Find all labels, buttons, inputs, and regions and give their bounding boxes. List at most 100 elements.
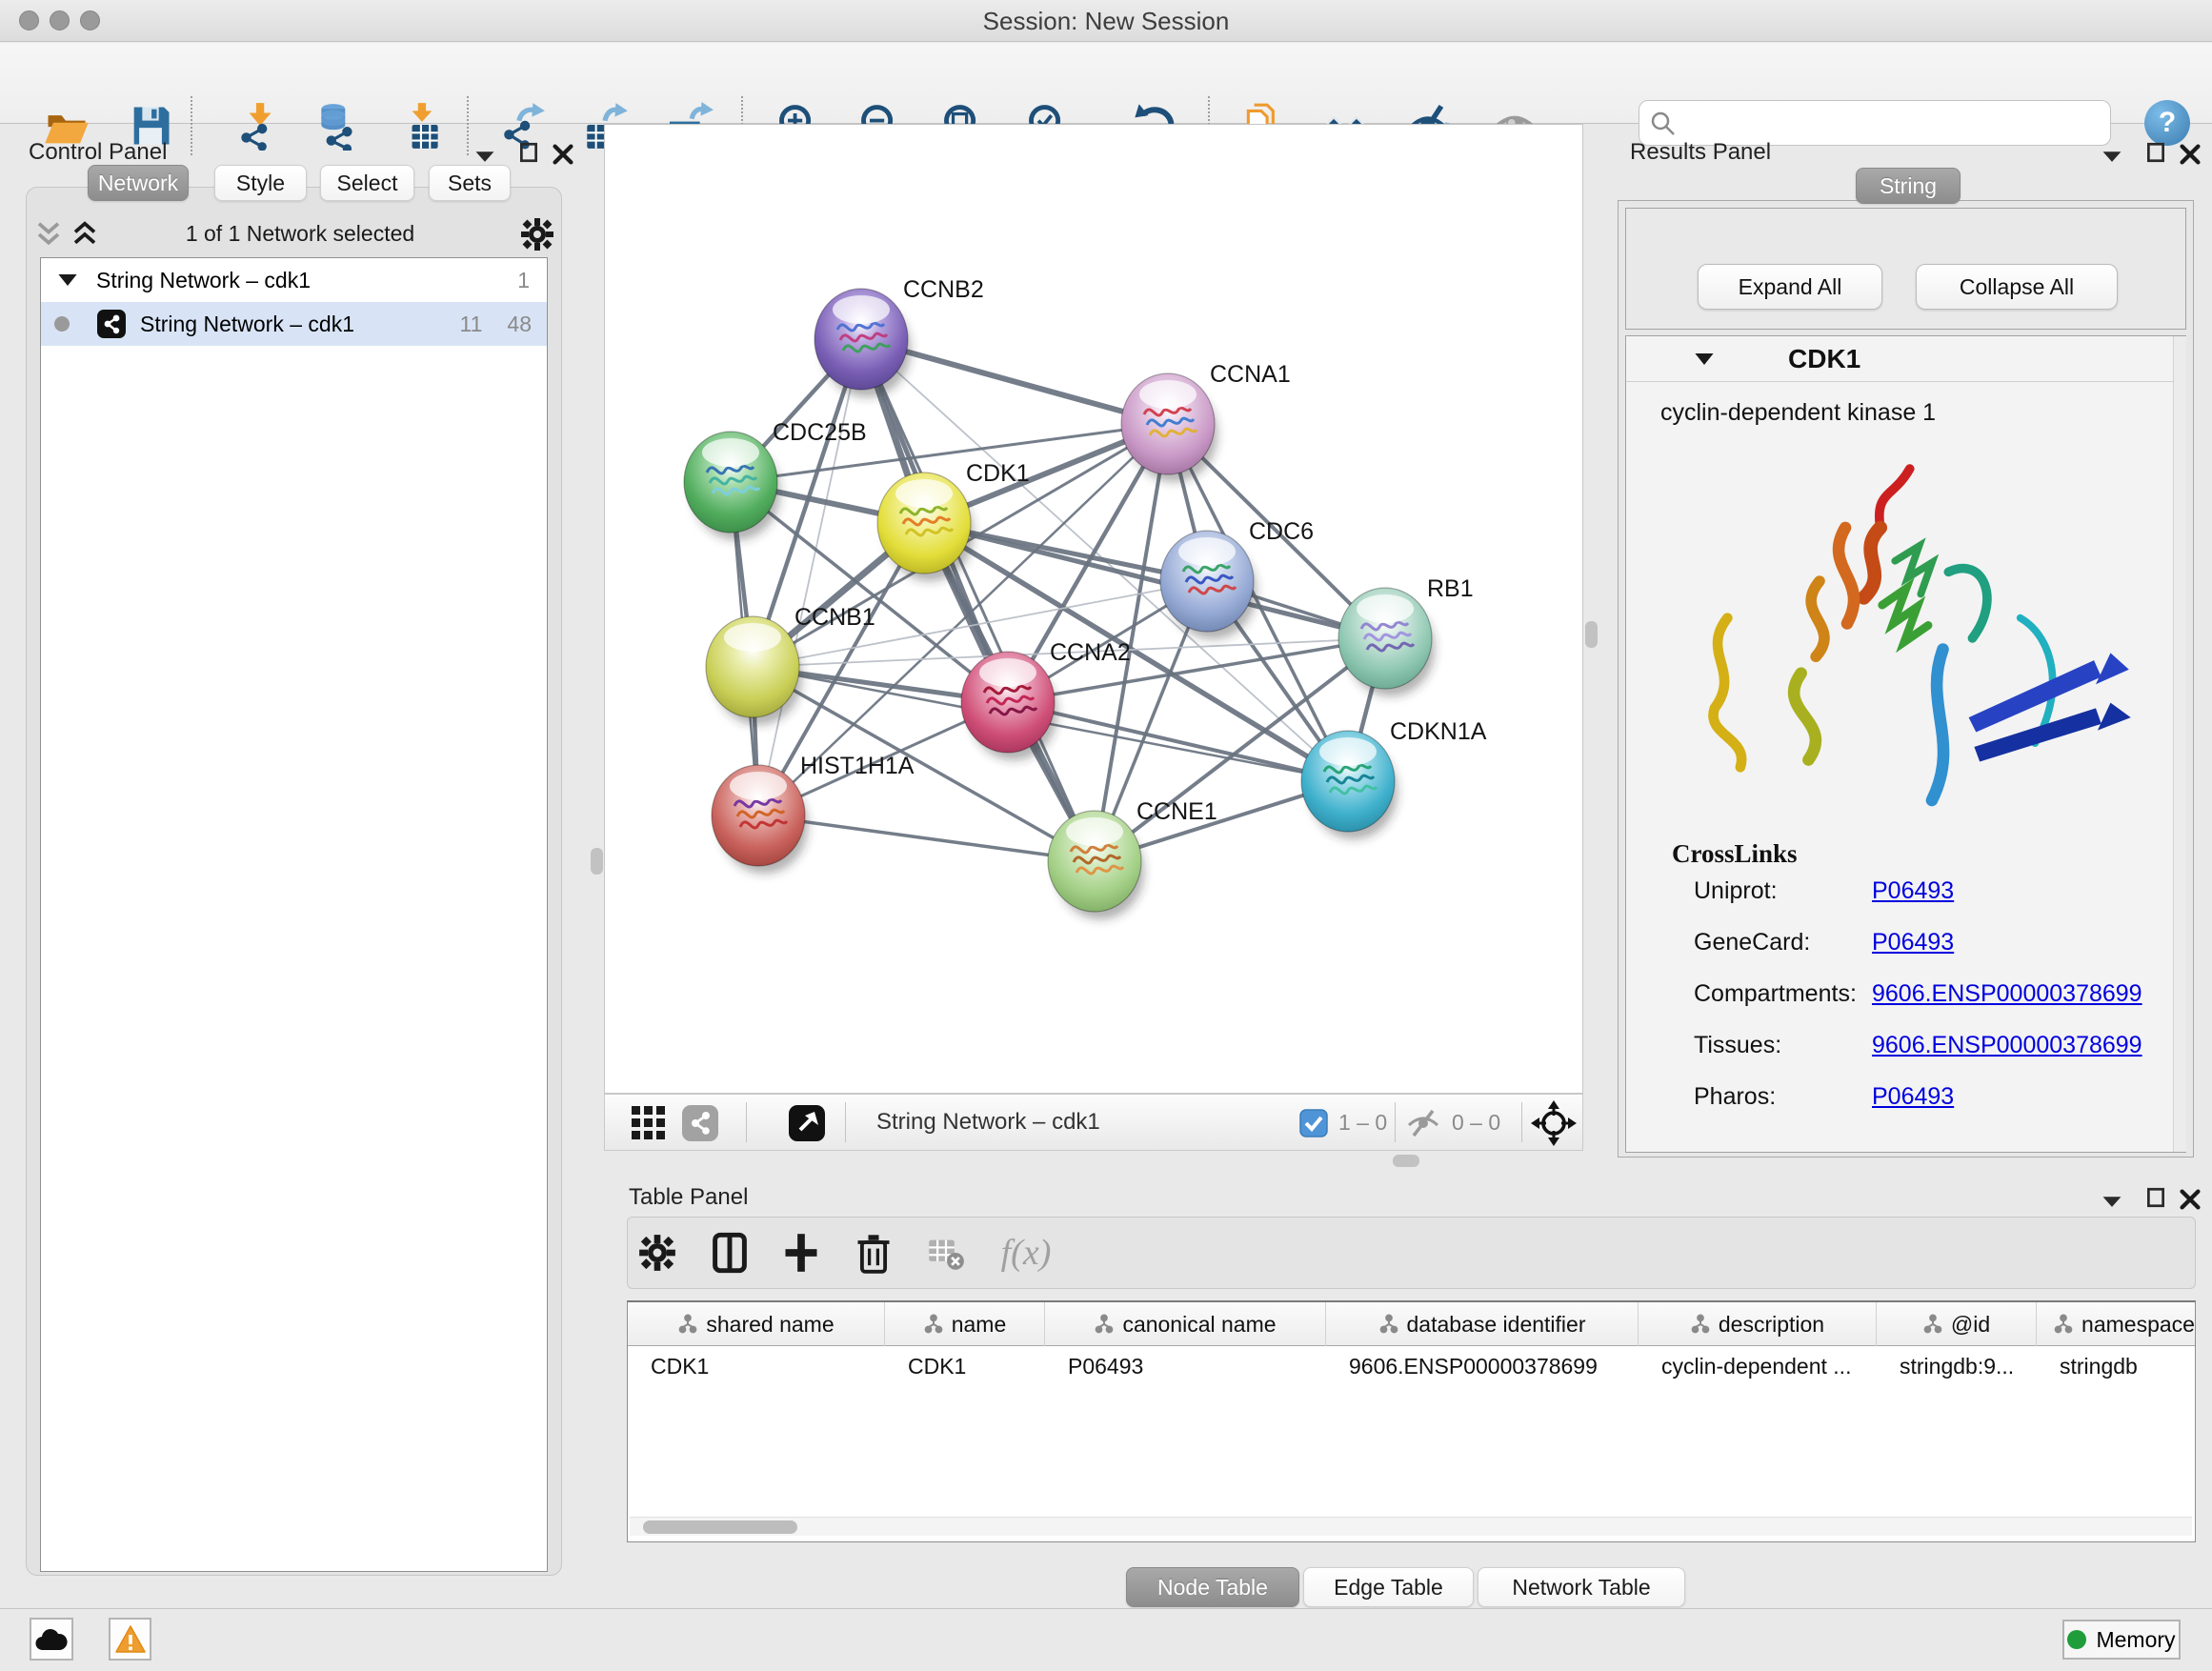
cell-description[interactable]: cyclin-dependent ... <box>1639 1346 1877 1386</box>
tab-network-table[interactable]: Network Table <box>1478 1567 1685 1607</box>
edge-CCNB2-CCNE1[interactable] <box>861 339 1095 861</box>
table-panel-collapse-icon[interactable] <box>2100 1190 2124 1213</box>
edge-CCNA2-CDKN1A[interactable] <box>1008 702 1348 781</box>
column-type-icon <box>2053 1314 2074 1335</box>
gene-section-collapse-icon[interactable] <box>1693 350 1716 369</box>
column-header-shared-name[interactable]: shared name <box>628 1302 885 1346</box>
cell-name[interactable]: CDK1 <box>885 1346 1045 1386</box>
expand-all-button[interactable]: Expand All <box>1698 264 1882 310</box>
node-CDC25B[interactable] <box>684 432 780 540</box>
create-column-plus-icon[interactable] <box>774 1226 828 1279</box>
results-vertical-scrollbar[interactable] <box>2173 336 2186 1152</box>
node-label-CCNB2: CCNB2 <box>903 276 984 303</box>
memory-status-dot <box>2067 1630 2086 1649</box>
gene-section-header[interactable]: CDK1 <box>1626 336 2185 382</box>
column-type-icon <box>1690 1314 1711 1335</box>
column-header-canonical-name[interactable]: canonical name <box>1045 1302 1326 1346</box>
node-CCNA2[interactable] <box>961 652 1057 760</box>
collection-label: String Network – cdk1 <box>96 268 311 293</box>
hidden-eye-icon[interactable] <box>1405 1108 1441 1138</box>
crosslink-link[interactable]: P06493 <box>1872 877 1954 905</box>
warning-button[interactable] <box>109 1618 151 1661</box>
table-panel-close-icon[interactable] <box>2178 1188 2202 1211</box>
edge-CCNB2-HIST1H1A[interactable] <box>758 339 861 815</box>
cloud-button[interactable] <box>30 1618 73 1661</box>
collapse-all-button[interactable]: Collapse All <box>1916 264 2118 310</box>
function-builder-icon[interactable]: f(x) <box>986 1226 1066 1279</box>
tab-network[interactable]: Network <box>88 165 189 201</box>
column-header--id[interactable]: @id <box>1877 1302 2037 1346</box>
tab-node-table[interactable]: Node Table <box>1126 1567 1299 1607</box>
table-data-row[interactable]: CDK1CDK1P064939606.ENSP00000378699cyclin… <box>628 1346 2196 1386</box>
table-settings-gear-icon[interactable] <box>631 1226 684 1279</box>
expand-all-networks-icon[interactable] <box>70 221 99 248</box>
import-table-icon[interactable] <box>392 91 454 161</box>
tab-style[interactable]: Style <box>214 165 307 201</box>
crosslink-link[interactable]: P06493 <box>1872 1083 1954 1111</box>
edge-HIST1H1A-CCNE1[interactable] <box>758 815 1095 861</box>
cell--id[interactable]: stringdb:9... <box>1877 1346 2037 1386</box>
node-CCNA1[interactable] <box>1121 373 1217 482</box>
crosslink-link[interactable]: 9606.ENSP00000378699 <box>1872 980 2142 1008</box>
memory-button[interactable]: Memory <box>2062 1620 2181 1660</box>
column-header-description[interactable]: description <box>1639 1302 1877 1346</box>
tab-edge-table[interactable]: Edge Table <box>1303 1567 1474 1607</box>
network-collection-row[interactable]: String Network – cdk1 1 <box>41 258 547 302</box>
delete-columns-trash-icon[interactable] <box>847 1226 900 1279</box>
network-edge-count: 48 <box>507 312 532 337</box>
cell-namespace[interactable]: stringdb <box>2037 1346 2196 1386</box>
results-panel-float-icon[interactable] <box>2143 141 2168 164</box>
tab-select[interactable]: Select <box>320 165 414 201</box>
network-options-gear-icon[interactable] <box>520 217 554 252</box>
control-panel-float-icon[interactable] <box>516 141 541 164</box>
cell-database-identifier[interactable]: 9606.ENSP00000378699 <box>1326 1346 1639 1386</box>
birds-eye-grid-icon[interactable] <box>630 1104 668 1142</box>
help-button[interactable]: ? <box>2144 100 2190 146</box>
import-network-file-icon[interactable] <box>227 91 290 161</box>
right-splitter-handle[interactable] <box>1585 621 1598 648</box>
column-header-database-identifier[interactable]: database identifier <box>1326 1302 1639 1346</box>
table-panel-float-icon[interactable] <box>2143 1186 2168 1209</box>
cell-shared-name[interactable]: CDK1 <box>628 1346 885 1386</box>
control-panel-close-icon[interactable] <box>551 143 575 166</box>
network-canvas[interactable]: CCNB2CCNA1CDC25BCDK1CDC6RB1CCNB1CCNA2CDK… <box>604 124 1583 1094</box>
network-selection-status: 1 of 1 Network selected <box>114 221 486 247</box>
table-header-row: shared namename canonical name database id… <box>628 1302 2196 1346</box>
node-CDKN1A[interactable] <box>1301 731 1398 839</box>
node-CCNB1[interactable] <box>706 616 802 725</box>
selected-checkbox-icon[interactable] <box>1299 1109 1328 1137</box>
string-view-icon[interactable] <box>681 1104 719 1142</box>
node-RB1[interactable] <box>1338 588 1435 696</box>
column-header-namespace[interactable]: namespace <box>2037 1302 2196 1346</box>
crosslink-link[interactable]: 9606.ENSP00000378699 <box>1872 1032 2142 1059</box>
crosslinks-title: CrossLinks <box>1672 839 1798 869</box>
application-window: Session: New Session <box>0 0 2212 1671</box>
results-panel-close-icon[interactable] <box>2178 143 2202 166</box>
gene-symbol: CDK1 <box>1788 344 1860 374</box>
bottom-splitter-handle[interactable] <box>1393 1155 1419 1167</box>
show-columns-icon[interactable] <box>703 1226 756 1279</box>
cell-canonical-name[interactable]: P06493 <box>1045 1346 1326 1386</box>
column-type-icon <box>923 1314 944 1335</box>
column-header-name[interactable]: name <box>885 1302 1045 1346</box>
fit-selected-crosshair-icon[interactable] <box>1531 1100 1577 1146</box>
import-network-database-icon[interactable] <box>306 91 369 161</box>
results-panel-title: Results Panel <box>1630 139 1771 166</box>
results-panel-collapse-icon[interactable] <box>2100 145 2124 168</box>
node-CDK1[interactable] <box>877 473 974 581</box>
crosslink-label: Pharos: <box>1694 1083 1776 1111</box>
node-CCNB2[interactable] <box>814 289 911 397</box>
left-splitter-handle[interactable] <box>591 848 603 875</box>
tab-string-results[interactable]: String <box>1856 168 1961 204</box>
node-CCNE1[interactable] <box>1048 811 1144 919</box>
crosslink-link[interactable]: P06493 <box>1872 929 1954 956</box>
delete-table-icon[interactable] <box>919 1226 973 1279</box>
search-input[interactable] <box>1683 103 2102 141</box>
open-view-icon[interactable] <box>788 1104 826 1142</box>
table-scrollbar-thumb[interactable] <box>643 1520 797 1534</box>
network-row-selected[interactable]: String Network – cdk1 11 48 <box>41 302 547 346</box>
tab-sets[interactable]: Sets <box>429 165 511 201</box>
column-label: canonical name <box>1122 1312 1276 1338</box>
collection-expand-icon[interactable] <box>56 271 79 290</box>
collapse-all-networks-icon[interactable] <box>34 221 63 248</box>
